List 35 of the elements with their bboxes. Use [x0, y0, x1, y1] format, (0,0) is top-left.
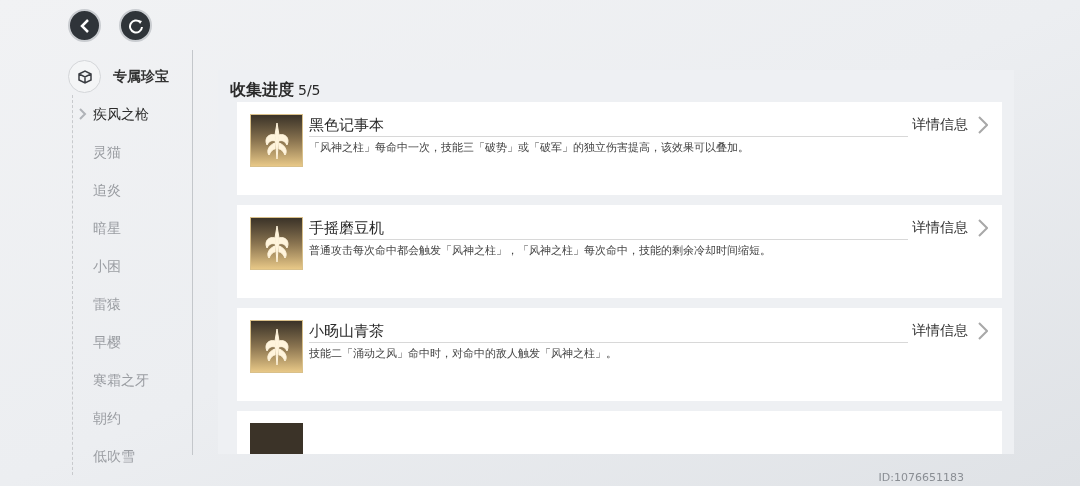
- user-id: ID:1076651183: [878, 469, 964, 486]
- chevron-right-icon: [978, 115, 988, 134]
- detail-link[interactable]: 详情信息: [912, 114, 968, 135]
- treasure-card[interactable]: 手摇磨豆机 详情信息 普通攻击每次命中都会触发「风神之柱」，「风神之柱」每次命中，技能的剩余冷却时间缩短。: [237, 205, 1002, 298]
- collection-count: 5/5: [298, 81, 321, 100]
- treasure-title: 黑色记事本: [309, 114, 384, 135]
- detail-link[interactable]: 详情信息: [912, 217, 968, 238]
- treasure-card[interactable]: 小旸山青茶 详情信息 技能二「涌动之风」命中时，对命中的敌人触发「风神之柱」。: [237, 308, 1002, 401]
- sidebar-item[interactable]: 暗星: [93, 217, 121, 239]
- sidebar-item[interactable]: 疾风之枪: [93, 103, 149, 125]
- back-button[interactable]: [68, 9, 101, 42]
- chevron-left-icon: [79, 18, 90, 33]
- sidebar-item[interactable]: 早樱: [93, 331, 121, 353]
- refresh-button[interactable]: [119, 9, 152, 42]
- sidebar-item[interactable]: 寒霜之牙: [93, 369, 149, 391]
- sidebar-item[interactable]: 雷猿: [93, 293, 121, 315]
- sidebar-item[interactable]: 低吹雪: [93, 445, 135, 467]
- sidebar-item[interactable]: 小困: [93, 255, 121, 277]
- treasure-description: 「风神之柱」每命中一次，技能三「破势」或「破军」的独立伤害提高，该效果可以叠加。: [309, 140, 750, 156]
- treasure-description: 普通攻击每次命中都会触发「风神之柱」，「风神之柱」每次命中，技能的剩余冷却时间缩短。: [309, 243, 772, 259]
- sidebar-title: 专属珍宝: [113, 67, 169, 86]
- sidebar-item[interactable]: 朝约: [93, 407, 121, 429]
- sidebar-item[interactable]: 追炎: [93, 179, 121, 201]
- treasure-category-icon: [68, 60, 101, 93]
- refresh-icon: [127, 17, 144, 34]
- treasure-description: 技能二「涌动之风」命中时，对命中的敌人触发「风神之柱」。: [309, 346, 618, 362]
- treasure-card[interactable]: 黑色记事本 详情信息 「风神之柱」每命中一次，技能三「破势」或「破军」的独立伤害提高，该效果可以叠加。: [237, 102, 1002, 195]
- panel-title: 收集进度: [230, 79, 294, 101]
- sidebar-item[interactable]: 灵猫: [93, 141, 121, 163]
- treasure-title: 手摇磨豆机: [309, 217, 384, 238]
- detail-link[interactable]: 详情信息: [912, 320, 968, 341]
- treasure-title: 小旸山青茶: [309, 320, 384, 341]
- chevron-right-icon: [978, 321, 988, 340]
- chevron-right-icon: [978, 218, 988, 237]
- chevron-right-icon: [79, 108, 87, 120]
